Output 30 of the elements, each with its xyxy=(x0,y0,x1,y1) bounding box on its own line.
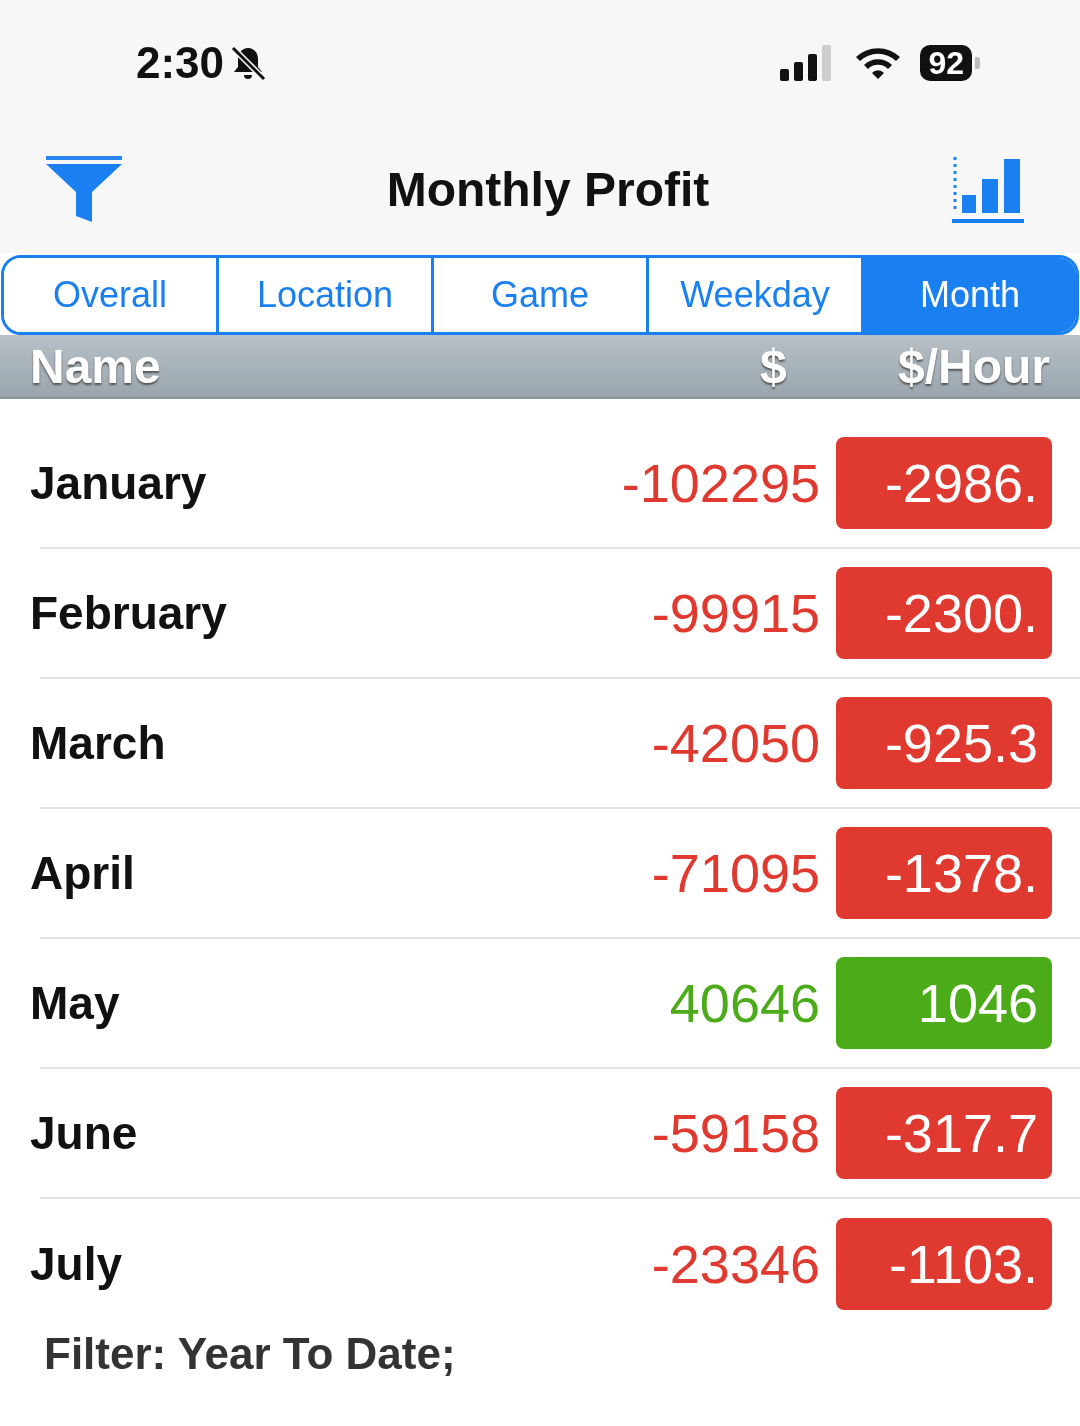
hourly-rate-badge: -1378. xyxy=(836,827,1052,919)
filter-icon[interactable] xyxy=(44,156,124,222)
screen-title: Monthly Profit xyxy=(386,161,710,217)
month-name: July xyxy=(30,1237,124,1291)
profit-amount: -59158 xyxy=(651,1102,820,1164)
bar-chart-icon[interactable] xyxy=(952,155,1026,223)
status-time: 2:30 xyxy=(136,37,225,88)
hourly-rate-badge: -2300. xyxy=(836,567,1052,659)
month-name: January xyxy=(30,456,208,510)
hourly-rate-badge: -925.3 xyxy=(836,697,1052,789)
hourly-rate-badge: -2986. xyxy=(836,437,1052,529)
profit-amount: 40646 xyxy=(669,972,820,1034)
column-header: Name xyxy=(29,338,162,394)
month-name: February xyxy=(30,586,228,640)
profit-amount: -71095 xyxy=(651,842,820,904)
profit-amount: -102295 xyxy=(621,452,820,514)
month-name: June xyxy=(30,1106,139,1160)
filter-summary: Filter: Year To Date; xyxy=(43,1329,457,1379)
profit-amount: -42050 xyxy=(651,712,820,774)
month-name: May xyxy=(30,976,121,1030)
hourly-rate-badge: -1103. xyxy=(836,1218,1052,1310)
hourly-rate-badge: 1046 xyxy=(836,957,1052,1049)
profit-amount: -23346 xyxy=(651,1233,820,1295)
segment-tab[interactable]: Month xyxy=(861,258,1076,332)
column-header: $ xyxy=(760,338,788,394)
column-header: $/Hour xyxy=(897,338,1051,394)
profit-amount: -99915 xyxy=(651,582,820,644)
month-name: April xyxy=(30,846,136,900)
hourly-rate-badge: -317.7 xyxy=(836,1087,1052,1179)
month-name: March xyxy=(30,716,167,770)
